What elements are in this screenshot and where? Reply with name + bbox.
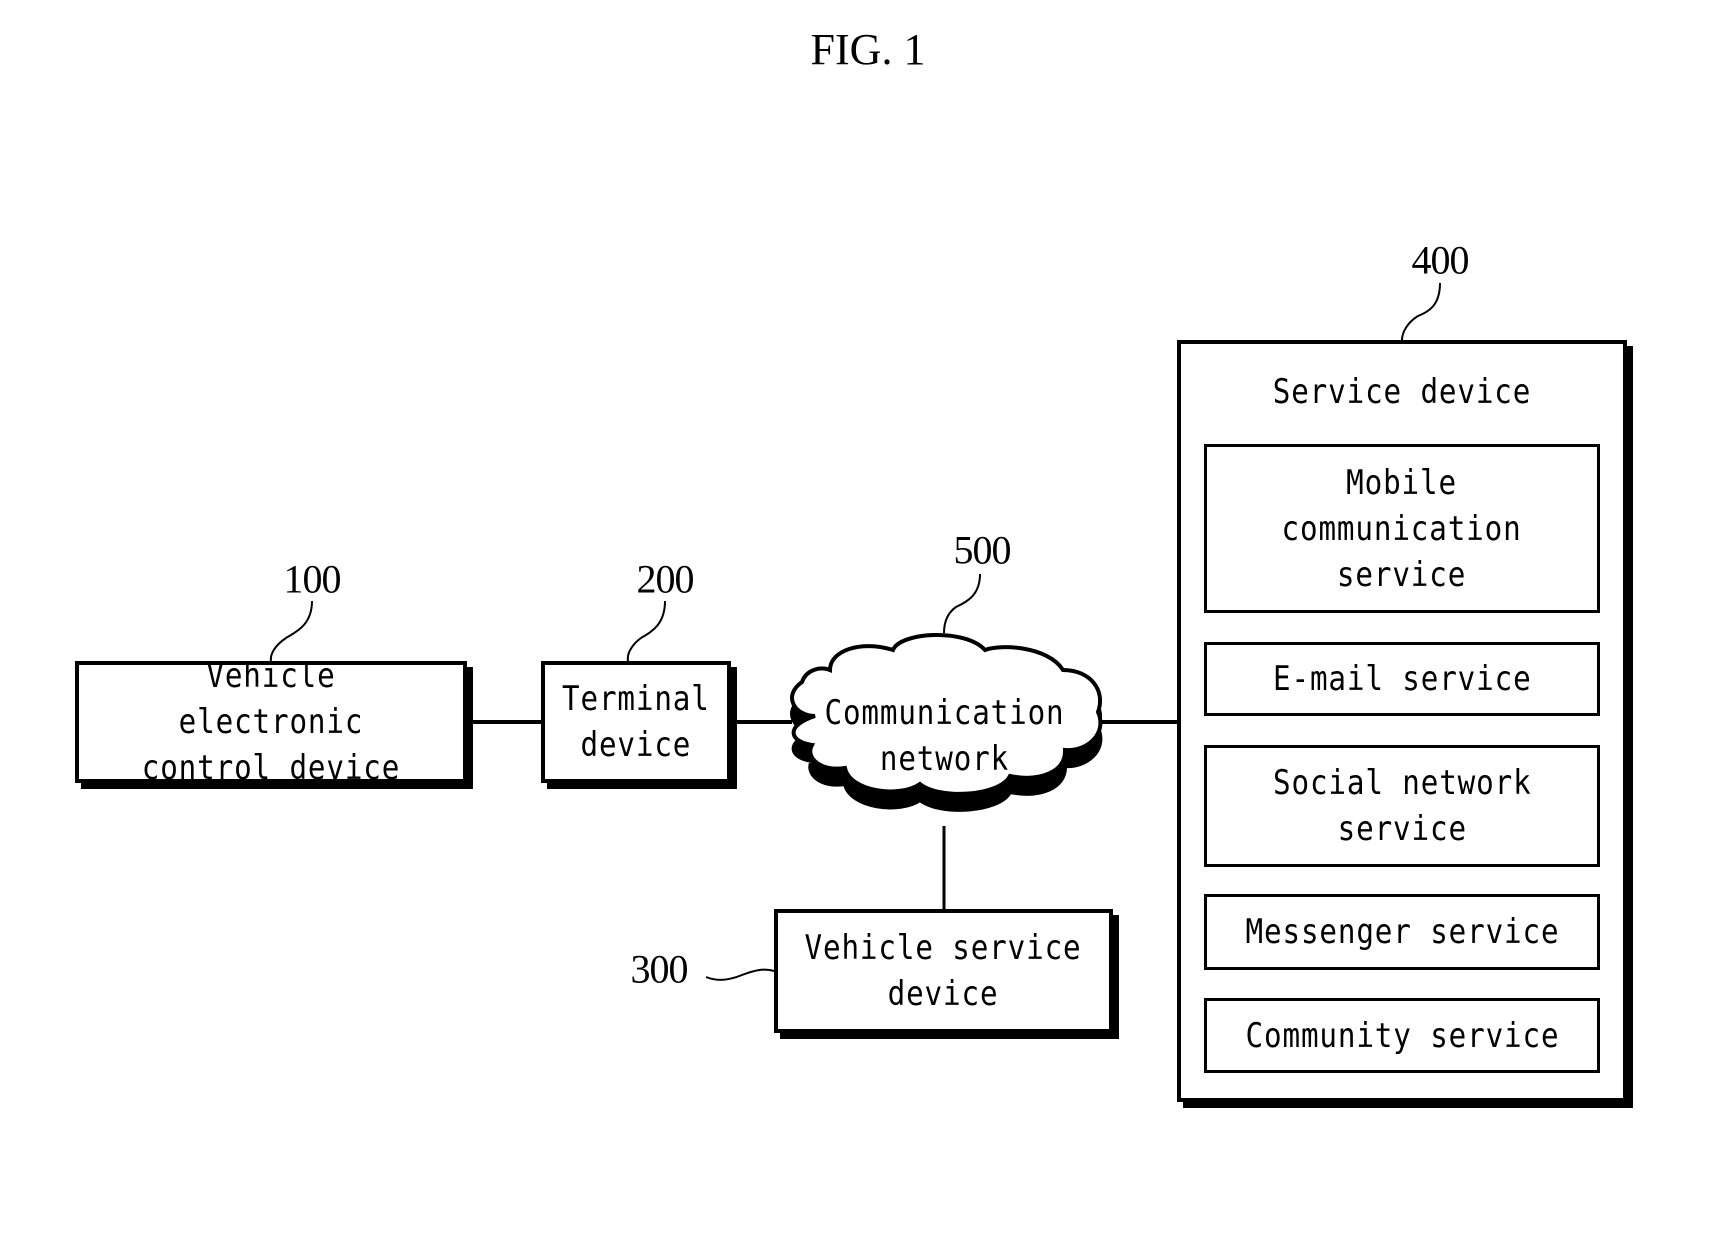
- vehicle-electronic-control-device-label: Vehicle electronic control device: [141, 656, 401, 788]
- leader-line-200: [626, 600, 666, 662]
- ref-numeral-300: 300: [630, 946, 689, 992]
- ref-numeral-200: 200: [636, 556, 695, 602]
- communication-network-label: Communication network: [824, 693, 1065, 779]
- leader-line-500: [943, 573, 981, 634]
- ref-numeral-100: 100: [283, 556, 342, 602]
- email-service-label: E-mail service: [1272, 659, 1532, 699]
- leader-line-400: [1401, 282, 1441, 341]
- vehicle-electronic-control-device-box: Vehicle electronic control device: [75, 656, 467, 788]
- vehicle-service-device-label: Vehicle service device: [805, 928, 1082, 1014]
- social-network-service-label: Social network service: [1272, 763, 1532, 849]
- community-service-box: Community service: [1204, 998, 1600, 1073]
- messenger-service-box: Messenger service: [1204, 894, 1600, 970]
- vehicle-service-device-box: Vehicle service device: [774, 909, 1113, 1033]
- ref-numeral-400: 400: [1411, 237, 1470, 283]
- email-service-box: E-mail service: [1204, 642, 1600, 716]
- ref-numeral-500: 500: [953, 527, 1012, 573]
- mobile-communication-service-box: Mobile communication service: [1204, 444, 1600, 613]
- service-device-title: Service device: [1272, 372, 1532, 412]
- diagram-canvas: FIG. 1 100 200 500 400 300 Vehicle elect…: [0, 0, 1736, 1254]
- terminal-device-label: Terminal device: [562, 679, 710, 765]
- community-service-label: Community service: [1245, 1015, 1559, 1056]
- terminal-device-box: Terminal device: [541, 661, 731, 783]
- leader-line-300: [705, 968, 775, 981]
- leader-line-100: [269, 600, 313, 662]
- messenger-service-label: Messenger service: [1245, 912, 1559, 952]
- mobile-communication-service-label: Mobile communication service: [1281, 462, 1523, 595]
- social-network-service-box: Social network service: [1204, 745, 1600, 867]
